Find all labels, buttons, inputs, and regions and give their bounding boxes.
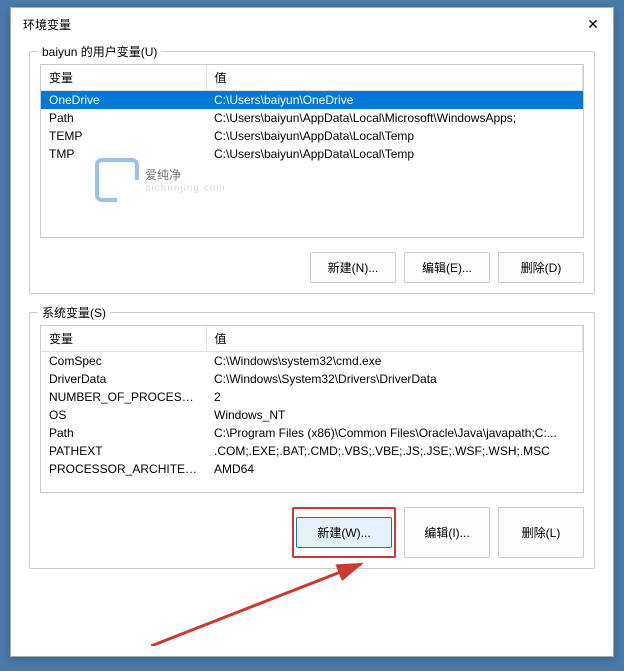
table-row[interactable]: NUMBER_OF_PROCESSORS2 (41, 388, 583, 406)
table-row[interactable]: PROCESSOR_ARCHITECT...AMD64 (41, 460, 583, 478)
table-row[interactable]: OSWindows_NT (41, 406, 583, 424)
table-row[interactable]: PATHEXT.COM;.EXE;.BAT;.CMD;.VBS;.VBE;.JS… (41, 442, 583, 460)
col-variable[interactable]: 变量 (41, 65, 206, 91)
table-row[interactable]: OneDriveC:\Users\baiyun\OneDrive (41, 91, 583, 110)
system-edit-button[interactable]: 编辑(I)... (404, 507, 490, 558)
cell-variable: OS (41, 406, 206, 424)
cell-value: C:\Windows\system32\cmd.exe (206, 352, 583, 371)
system-buttons: 新建(W)... 编辑(I)... 删除(L) (40, 507, 584, 558)
user-new-button[interactable]: 新建(N)... (310, 252, 396, 283)
cell-value: 2 (206, 388, 583, 406)
user-buttons: 新建(N)... 编辑(E)... 删除(D) (40, 252, 584, 283)
cell-variable: PROCESSOR_ARCHITECT... (41, 460, 206, 478)
table-row[interactable]: PathC:\Users\baiyun\AppData\Local\Micros… (41, 109, 583, 127)
cell-value: .COM;.EXE;.BAT;.CMD;.VBS;.VBE;.JS;.JSE;.… (206, 442, 583, 460)
cell-variable: TMP (41, 145, 206, 163)
system-delete-button[interactable]: 删除(L) (498, 507, 584, 558)
cell-value: AMD64 (206, 460, 583, 478)
table-row[interactable]: ComSpecC:\Windows\system32\cmd.exe (41, 352, 583, 371)
cell-variable: NUMBER_OF_PROCESSORS (41, 388, 206, 406)
user-edit-button[interactable]: 编辑(E)... (404, 252, 490, 283)
cell-variable: Path (41, 109, 206, 127)
titlebar: 环境变量 ✕ (11, 8, 613, 41)
dialog-content: baiyun 的用户变量(U) 变量 值 OneDriveC:\Users\ba… (11, 41, 613, 597)
user-vars-label: baiyun 的用户变量(U) (38, 43, 161, 60)
system-new-button[interactable]: 新建(W)... (296, 517, 392, 548)
cell-variable: PATHEXT (41, 442, 206, 460)
cell-value: C:\Users\baiyun\AppData\Local\Temp (206, 145, 583, 163)
system-vars-table[interactable]: 变量 值 ComSpecC:\Windows\system32\cmd.exeD… (40, 325, 584, 493)
cell-value: C:\Program Files (x86)\Common Files\Orac… (206, 424, 583, 442)
col-variable[interactable]: 变量 (41, 326, 206, 352)
table-row[interactable]: PathC:\Program Files (x86)\Common Files\… (41, 424, 583, 442)
highlight-annotation: 新建(W)... (292, 507, 396, 558)
col-value[interactable]: 值 (206, 326, 583, 352)
table-row[interactable]: TMPC:\Users\baiyun\AppData\Local\Temp (41, 145, 583, 163)
user-vars-table[interactable]: 变量 值 OneDriveC:\Users\baiyun\OneDrivePat… (40, 64, 584, 238)
cell-variable: ComSpec (41, 352, 206, 371)
dialog-title: 环境变量 (23, 16, 71, 33)
cell-variable: OneDrive (41, 91, 206, 110)
table-row[interactable]: DriverDataC:\Windows\System32\Drivers\Dr… (41, 370, 583, 388)
env-vars-dialog: 环境变量 ✕ baiyun 的用户变量(U) 变量 值 OneDriveC:\U… (10, 7, 614, 657)
cell-value: C:\Windows\System32\Drivers\DriverData (206, 370, 583, 388)
cell-variable: TEMP (41, 127, 206, 145)
system-vars-label: 系统变量(S) (38, 304, 110, 321)
cell-value: C:\Users\baiyun\OneDrive (206, 91, 583, 110)
cell-value: C:\Users\baiyun\AppData\Local\Microsoft\… (206, 109, 583, 127)
table-row[interactable]: TEMPC:\Users\baiyun\AppData\Local\Temp (41, 127, 583, 145)
user-vars-group: baiyun 的用户变量(U) 变量 值 OneDriveC:\Users\ba… (29, 51, 595, 294)
cell-variable: DriverData (41, 370, 206, 388)
system-vars-group: 系统变量(S) 变量 值 ComSpecC:\Windows\system32\… (29, 312, 595, 569)
col-value[interactable]: 值 (206, 65, 583, 91)
cell-variable: Path (41, 424, 206, 442)
close-icon[interactable]: ✕ (585, 17, 601, 33)
user-delete-button[interactable]: 删除(D) (498, 252, 584, 283)
cell-value: Windows_NT (206, 406, 583, 424)
cell-value: C:\Users\baiyun\AppData\Local\Temp (206, 127, 583, 145)
